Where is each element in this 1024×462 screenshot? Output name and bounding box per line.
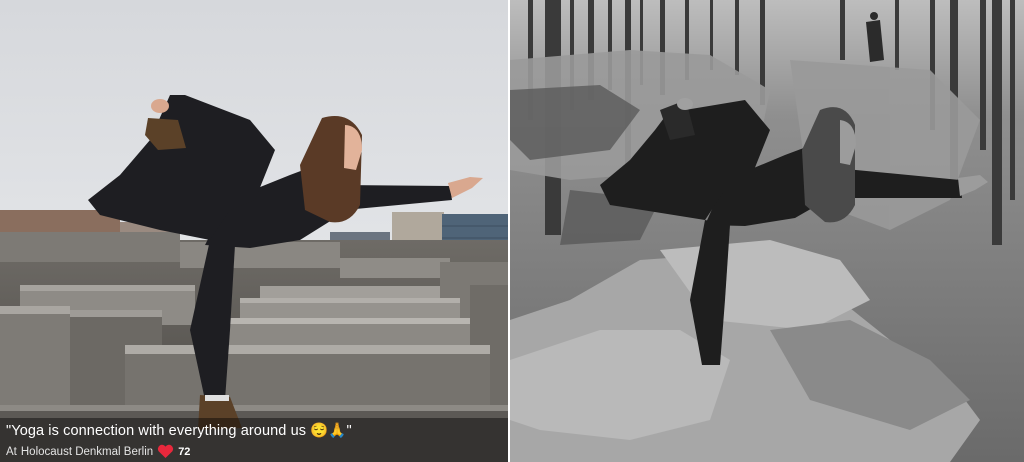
- like-count: 72: [178, 445, 191, 458]
- caption-location: At Holocaust Denkmal Berlin 72: [6, 444, 190, 459]
- heart-icon[interactable]: [157, 444, 174, 459]
- caption-quote: "Yoga is connection with everything arou…: [6, 423, 352, 439]
- archival-photo: [510, 0, 1024, 462]
- location-name[interactable]: Holocaust Denkmal Berlin: [21, 446, 153, 458]
- left-photo-panel: "Yoga is connection with everything arou…: [0, 0, 508, 462]
- memorial-photo: [0, 0, 508, 462]
- caption-bar: "Yoga is connection with everything arou…: [0, 418, 508, 462]
- location-prefix: At: [6, 445, 17, 458]
- right-photo-panel: [510, 0, 1024, 462]
